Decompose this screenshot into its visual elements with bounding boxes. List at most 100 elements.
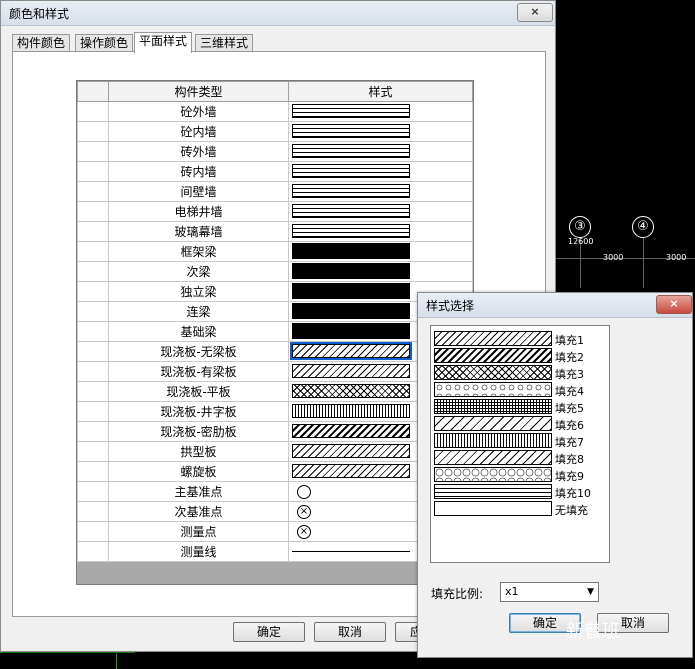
row-selector[interactable] <box>77 461 109 482</box>
style-swatch <box>292 224 410 238</box>
style-cell[interactable] <box>288 101 473 122</box>
fill-pattern-list[interactable]: 填充1 填充2 填充3 填充4 填充5 填充6 填充7 填充8 填充9 填充10 无填充 <box>430 325 610 563</box>
row-selector[interactable] <box>77 121 109 142</box>
table-row[interactable]: 砖内墙 <box>77 161 473 182</box>
row-selector[interactable] <box>77 501 109 522</box>
style-swatch <box>292 384 410 398</box>
table-row[interactable]: 砼内墙 <box>77 121 473 142</box>
row-selector[interactable] <box>77 421 109 442</box>
style-cell[interactable] <box>288 141 473 162</box>
drawing-line <box>0 652 135 653</box>
fill-label: 填充8 <box>555 453 584 466</box>
style-cell[interactable] <box>288 241 473 262</box>
style-cell[interactable] <box>288 181 473 202</box>
component-type-cell: 砼内墙 <box>108 121 289 142</box>
style-swatch <box>292 444 410 458</box>
dialog-title: 样式选择 <box>426 299 475 313</box>
component-type-cell: 测量线 <box>108 541 289 562</box>
tab-component-color[interactable]: 构件颜色 <box>12 34 71 52</box>
table-row[interactable]: 测量点 × <box>77 521 473 542</box>
row-selector[interactable] <box>77 241 109 262</box>
table-row[interactable]: 现浇板-井字板 <box>77 401 473 422</box>
column-header-style: 样式 <box>288 81 473 102</box>
dimension-text: 3000 <box>603 253 624 262</box>
row-selector[interactable] <box>77 101 109 122</box>
style-cell[interactable] <box>288 201 473 222</box>
table-row[interactable]: 次梁 <box>77 261 473 282</box>
row-selector[interactable] <box>77 541 109 562</box>
table-row[interactable]: 主基准点 <box>77 481 473 502</box>
row-selector[interactable] <box>77 381 109 402</box>
row-selector[interactable] <box>77 281 109 302</box>
close-button[interactable]: × <box>517 3 553 22</box>
style-grid: 构件类型 样式 砼外墙 砼内墙 砖外墙 砖内墙 间壁墙 电梯井墙 玻璃幕墙 框架梁 次梁 独立梁连… <box>76 80 474 585</box>
component-type-cell: 砖内墙 <box>108 161 289 182</box>
style-swatch <box>292 164 410 178</box>
table-row[interactable]: 连梁 <box>77 301 473 322</box>
style-swatch <box>292 124 410 138</box>
tab-3d-style[interactable]: 三维样式 <box>195 34 254 52</box>
table-row[interactable]: 现浇板-有梁板 <box>77 361 473 382</box>
fill-scale-select[interactable]: x1 ▼ <box>500 582 599 602</box>
table-row[interactable]: 现浇板-平板 <box>77 381 473 402</box>
row-selector[interactable] <box>77 221 109 242</box>
title-bar[interactable]: 颜色和样式 × <box>1 1 555 26</box>
fill-swatch <box>434 348 552 363</box>
table-row[interactable]: 拱型板 <box>77 441 473 462</box>
fill-swatch <box>434 467 552 482</box>
fill-swatch <box>434 399 552 414</box>
table-row[interactable]: 砖外墙 <box>77 141 473 162</box>
ok-button[interactable]: 确定 <box>233 622 305 642</box>
axis-line <box>643 238 644 288</box>
axis-marker-3: ③ <box>569 216 591 238</box>
title-bar[interactable]: 样式选择 × <box>418 293 692 318</box>
fill-swatch <box>434 484 552 499</box>
row-selector[interactable] <box>77 201 109 222</box>
row-selector[interactable] <box>77 481 109 502</box>
row-selector[interactable] <box>77 181 109 202</box>
component-type-cell: 现浇板-井字板 <box>108 401 289 422</box>
row-selector[interactable] <box>77 361 109 382</box>
row-selector[interactable] <box>77 441 109 462</box>
table-row[interactable]: 现浇板-无梁板 <box>77 341 473 362</box>
style-cell[interactable] <box>288 121 473 142</box>
circle-icon <box>297 485 311 499</box>
row-selector[interactable] <box>77 301 109 322</box>
close-button[interactable]: × <box>656 295 692 314</box>
component-type-cell: 现浇板-无梁板 <box>108 341 289 362</box>
row-selector[interactable] <box>77 341 109 362</box>
tab-operation-color[interactable]: 操作颜色 <box>75 34 134 52</box>
style-swatch <box>292 144 410 158</box>
table-row[interactable]: 测量线 <box>77 541 473 562</box>
component-type-cell: 主基准点 <box>108 481 289 502</box>
row-selector[interactable] <box>77 261 109 282</box>
watermark: 新普班 <box>566 621 620 642</box>
table-row[interactable]: 框架梁 <box>77 241 473 262</box>
row-selector[interactable] <box>77 141 109 162</box>
style-swatch <box>292 283 410 299</box>
cancel-button[interactable]: 取消 <box>314 622 386 642</box>
component-type-cell: 螺旋板 <box>108 461 289 482</box>
component-type-cell: 基础梁 <box>108 321 289 342</box>
component-type-cell: 框架梁 <box>108 241 289 262</box>
row-selector[interactable] <box>77 161 109 182</box>
style-cell[interactable] <box>288 161 473 182</box>
row-selector[interactable] <box>77 401 109 422</box>
component-type-cell: 现浇板-平板 <box>108 381 289 402</box>
row-selector[interactable] <box>77 521 109 542</box>
table-row[interactable]: 独立梁 <box>77 281 473 302</box>
table-row[interactable]: 间壁墙 <box>77 181 473 202</box>
table-row[interactable]: 基础梁 <box>77 321 473 342</box>
row-selector[interactable] <box>77 321 109 342</box>
table-row[interactable]: 现浇板-密肋板 <box>77 421 473 442</box>
table-row[interactable]: 螺旋板 <box>77 461 473 482</box>
style-swatch <box>292 204 410 218</box>
table-row[interactable]: 电梯井墙 <box>77 201 473 222</box>
style-cell[interactable] <box>288 261 473 282</box>
style-cell[interactable] <box>288 221 473 242</box>
tab-plane-style[interactable]: 平面样式 <box>134 32 193 53</box>
style-swatch <box>292 243 410 259</box>
table-row[interactable]: 砼外墙 <box>77 101 473 122</box>
table-row[interactable]: 次基准点 × <box>77 501 473 522</box>
table-row[interactable]: 玻璃幕墙 <box>77 221 473 242</box>
